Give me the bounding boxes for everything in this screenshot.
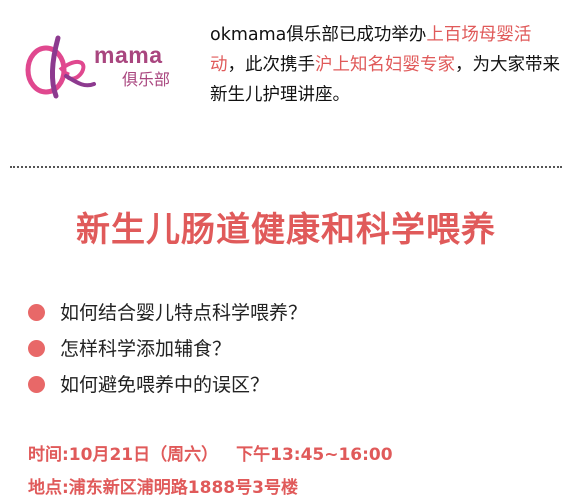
topic-list: 如何结合婴儿特点科学喂养？ 怎样科学添加辅食？ 如何避免喂养中的误区？ bbox=[28, 298, 307, 406]
event-location: 地点:浦东新区浦明路1888号3号楼 bbox=[28, 478, 298, 498]
topic-item: 怎样科学添加辅食？ bbox=[28, 334, 307, 370]
topic-item: 如何避免喂养中的误区？ bbox=[28, 370, 307, 406]
intro-highlight: 沪上知名妇婴专家 bbox=[315, 55, 455, 75]
event-hours: 下午13:45~16:00 bbox=[236, 445, 393, 465]
okmama-logo-mark-icon bbox=[25, 35, 96, 99]
dotted-divider bbox=[10, 166, 562, 168]
bullet-dot-icon bbox=[28, 340, 45, 357]
intro-segment: okmama俱乐部已成功举办 bbox=[210, 25, 427, 45]
topic-text: 如何结合婴儿特点科学喂养？ bbox=[60, 302, 308, 324]
topic-item: 如何结合婴儿特点科学喂养？ bbox=[28, 298, 307, 334]
lecture-headline: 新生儿肠道健康和科学喂养 bbox=[76, 210, 496, 250]
intro-paragraph: okmama俱乐部已成功举办上百场母婴活动，此次携手沪上知名妇婴专家，为大家带来… bbox=[210, 20, 562, 110]
logo-chinese-name: 俱乐部 bbox=[122, 70, 171, 89]
okmama-logo: mama 俱乐部 bbox=[22, 30, 192, 102]
event-date: 时间:10月21日（周六） bbox=[28, 445, 219, 465]
bullet-dot-icon bbox=[28, 304, 45, 321]
topic-text: 怎样科学添加辅食？ bbox=[60, 338, 232, 360]
logo-wordmark: mama bbox=[94, 42, 163, 68]
bullet-dot-icon bbox=[28, 376, 45, 393]
topic-text: 如何避免喂养中的误区？ bbox=[60, 374, 270, 396]
intro-segment: ，此次携手 bbox=[227, 55, 316, 75]
event-time: 时间:10月21日（周六） 下午13:45~16:00 bbox=[28, 440, 393, 465]
